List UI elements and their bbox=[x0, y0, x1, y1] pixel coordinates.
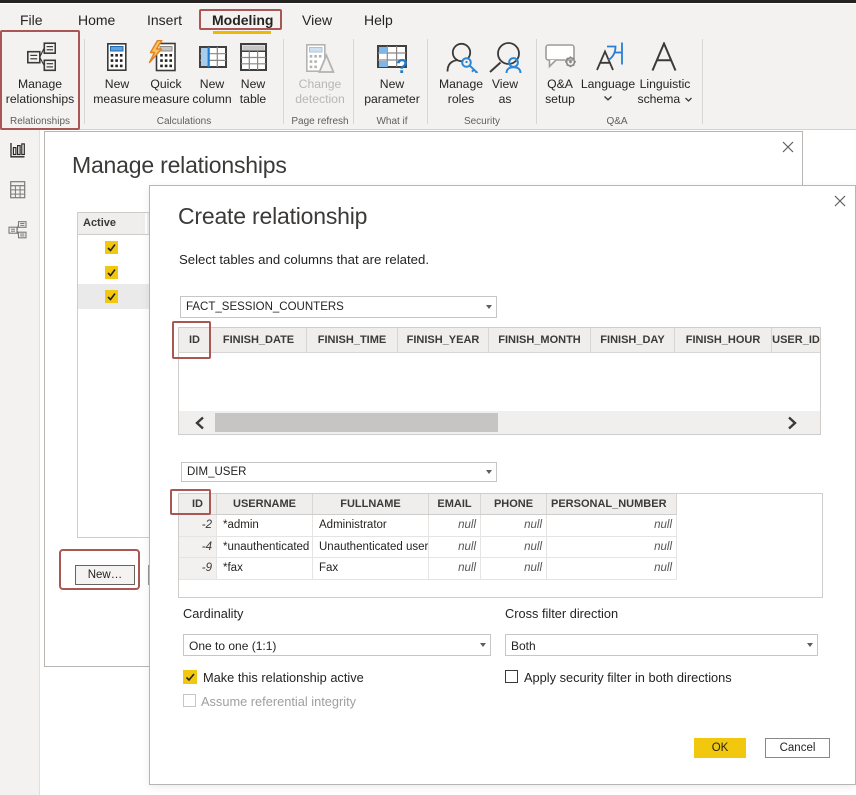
svg-text:?: ? bbox=[396, 56, 408, 74]
